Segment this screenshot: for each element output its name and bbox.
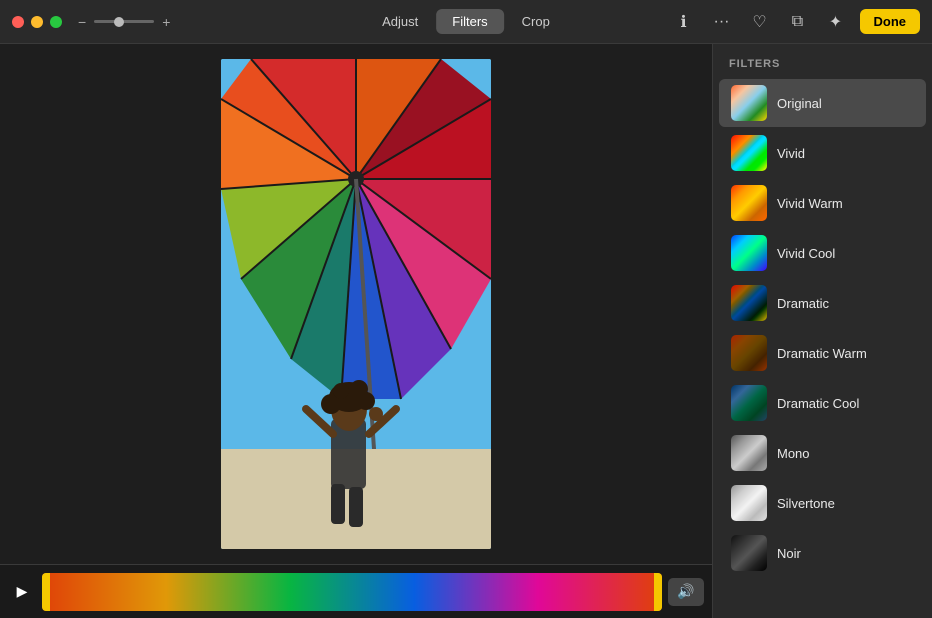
zoom-slider[interactable]: − + — [78, 14, 170, 30]
filter-name-vivid-warm: Vivid Warm — [777, 196, 843, 211]
minimize-button[interactable] — [31, 16, 43, 28]
filmstrip[interactable] — [42, 573, 662, 611]
play-button[interactable]: ▶ — [8, 578, 36, 606]
filter-name-dramatic-warm: Dramatic Warm — [777, 346, 867, 361]
slider-track[interactable] — [94, 20, 154, 23]
info-button[interactable]: ℹ — [670, 8, 698, 36]
filter-name-dramatic: Dramatic — [777, 296, 829, 311]
filter-name-vivid-cool: Vivid Cool — [777, 246, 835, 261]
filter-item-original[interactable]: Original — [719, 79, 926, 127]
timeline: ▶ 🔊 — [0, 564, 712, 618]
volume-button[interactable]: 🔊 — [668, 578, 704, 606]
filter-name-mono: Mono — [777, 446, 810, 461]
zoom-in-icon[interactable]: + — [162, 14, 170, 30]
filter-item-dramatic[interactable]: Dramatic — [719, 279, 926, 327]
adjust-tab[interactable]: Adjust — [366, 9, 434, 34]
photo-area: ▶ 🔊 — [0, 44, 712, 618]
titlebar: − + Adjust Filters Crop ℹ ··· ♡ ⧉ ✦ Done — [0, 0, 932, 44]
filter-thumb-mono — [731, 435, 767, 471]
filter-item-silvertone[interactable]: Silvertone — [719, 479, 926, 527]
filter-item-vivid-warm[interactable]: Vivid Warm — [719, 179, 926, 227]
filters-tab[interactable]: Filters — [436, 9, 503, 34]
filter-thumb-noir — [731, 535, 767, 571]
done-button[interactable]: Done — [860, 9, 921, 34]
photo-canvas — [221, 59, 491, 549]
photo-frame — [221, 59, 491, 549]
filter-thumb-original — [731, 85, 767, 121]
filter-item-mono[interactable]: Mono — [719, 429, 926, 477]
filmstrip-left-handle[interactable] — [42, 573, 50, 611]
main-content: ▶ 🔊 FILTERS Original Viv — [0, 44, 932, 618]
filter-item-dramatic-warm[interactable]: Dramatic Warm — [719, 329, 926, 377]
filter-name-silvertone: Silvertone — [777, 496, 835, 511]
filter-thumb-dramatic-warm — [731, 335, 767, 371]
filter-thumb-vivid — [731, 135, 767, 171]
filter-name-vivid: Vivid — [777, 146, 805, 161]
volume-icon: 🔊 — [677, 583, 694, 600]
filter-item-vivid-cool[interactable]: Vivid Cool — [719, 229, 926, 277]
filters-sidebar: FILTERS Original Vivid Vivid Warm Vivid … — [712, 44, 932, 618]
filter-thumb-dramatic-cool — [731, 385, 767, 421]
filter-thumb-silvertone — [731, 485, 767, 521]
favorites-button[interactable]: ♡ — [746, 8, 774, 36]
toolbar-center: Adjust Filters Crop — [366, 9, 566, 34]
photo-container — [0, 44, 712, 564]
filmstrip-right-handle[interactable] — [654, 573, 662, 611]
filters-section-label: FILTERS — [713, 44, 932, 78]
traffic-lights — [12, 16, 62, 28]
share-button[interactable]: ··· — [708, 8, 736, 36]
magic-wand-button[interactable]: ✦ — [822, 8, 850, 36]
filter-item-dramatic-cool[interactable]: Dramatic Cool — [719, 379, 926, 427]
crop-tab[interactable]: Crop — [506, 9, 566, 34]
duplicate-button[interactable]: ⧉ — [784, 8, 812, 36]
filter-item-noir[interactable]: Noir — [719, 529, 926, 577]
toolbar-right: ℹ ··· ♡ ⧉ ✦ Done — [670, 8, 921, 36]
close-button[interactable] — [12, 16, 24, 28]
filmstrip-frames — [42, 573, 662, 611]
maximize-button[interactable] — [50, 16, 62, 28]
zoom-out-icon[interactable]: − — [78, 14, 86, 30]
filter-name-original: Original — [777, 96, 822, 111]
filter-thumb-dramatic — [731, 285, 767, 321]
filter-name-dramatic-cool: Dramatic Cool — [777, 396, 859, 411]
filter-item-vivid[interactable]: Vivid — [719, 129, 926, 177]
filter-name-noir: Noir — [777, 546, 801, 561]
filter-thumb-vivid-cool — [731, 235, 767, 271]
filter-thumb-vivid-warm — [731, 185, 767, 221]
slider-thumb[interactable] — [114, 17, 124, 27]
